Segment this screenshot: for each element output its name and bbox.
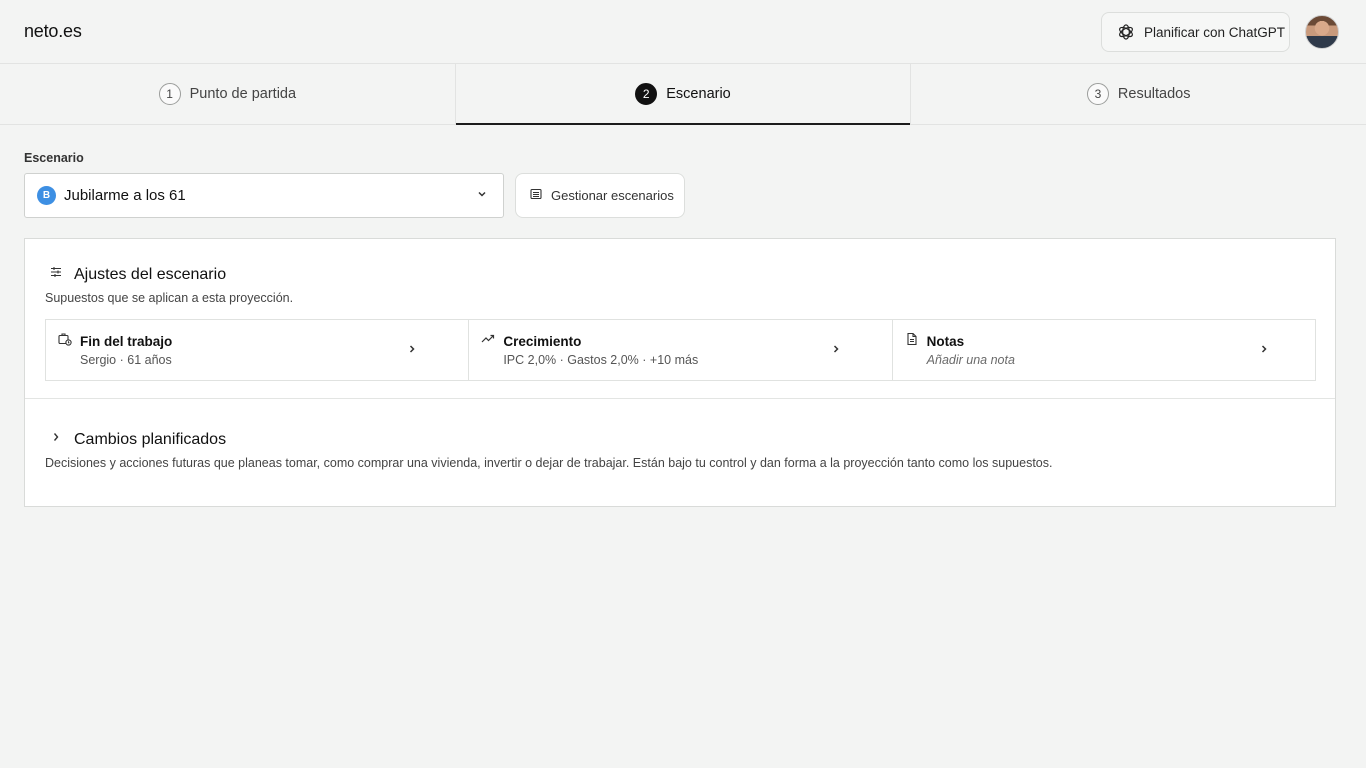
planned-changes-title: Cambios planificados — [74, 430, 227, 448]
settings-title: Ajustes del escenario — [74, 265, 227, 283]
card-crecimiento[interactable]: Crecimiento IPC 2,0% · Gastos 2,0% · +10… — [469, 320, 893, 380]
card-title: Fin del trabajo — [80, 334, 173, 349]
planned-changes-description: Decisiones y acciones futuras que planea… — [45, 456, 1053, 470]
briefcase-clock-icon — [58, 332, 72, 351]
step-tabs: 1 Punto de partida 2 Escenario 3 Resulta… — [0, 64, 1366, 125]
scenario-label: Escenario — [24, 151, 84, 165]
list-icon — [530, 188, 542, 203]
step-label: Escenario — [666, 86, 731, 102]
scenario-badge: B — [37, 186, 56, 205]
manage-scenarios-button[interactable]: Gestionar escenarios — [515, 173, 685, 218]
chevron-right-icon — [406, 342, 418, 360]
step-number: 1 — [158, 83, 181, 105]
trending-up-icon — [481, 332, 495, 351]
chevron-right-icon[interactable] — [49, 430, 63, 449]
manage-scenarios-label: Gestionar escenarios — [551, 188, 674, 203]
settings-header: Ajustes del escenario — [49, 265, 226, 284]
chevron-right-icon — [830, 342, 842, 360]
scenario-panel: Ajustes del escenario Supuestos que se a… — [24, 238, 1336, 507]
openai-icon — [1116, 22, 1136, 42]
card-subtitle: IPC 2,0% · Gastos 2,0% · +10 más — [503, 353, 699, 367]
scenario-selected-value: Jubilarme a los 61 — [64, 187, 186, 204]
tab-resultados[interactable]: 3 Resultados — [911, 64, 1366, 124]
chevron-right-icon — [1258, 342, 1270, 360]
settings-subtitle: Supuestos que se aplican a esta proyecci… — [45, 291, 294, 305]
sliders-icon — [49, 265, 63, 284]
step-label: Punto de partida — [189, 86, 297, 102]
top-bar: neto.es Planificar con ChatGPT — [0, 0, 1366, 64]
planned-changes-header[interactable]: Cambios planificados — [49, 430, 226, 449]
chevron-down-icon — [475, 187, 489, 206]
step-number: 2 — [635, 83, 658, 105]
tab-punto-de-partida[interactable]: 1 Punto de partida — [0, 64, 456, 124]
step-label: Resultados — [1117, 86, 1191, 102]
card-title: Crecimiento — [503, 334, 582, 349]
card-subtitle: Añadir una nota — [926, 353, 1015, 367]
card-notas[interactable]: Notas Añadir una nota — [893, 320, 1315, 380]
document-icon — [905, 332, 919, 351]
card-subtitle: Sergio · 61 años — [80, 353, 172, 367]
chatgpt-plan-button[interactable]: Planificar con ChatGPT — [1101, 12, 1290, 52]
brand-logo[interactable]: neto.es — [24, 21, 82, 42]
card-fin-del-trabajo[interactable]: Fin del trabajo Sergio · 61 años — [46, 320, 470, 380]
card-title: Notas — [926, 334, 965, 349]
scenario-select[interactable]: B Jubilarme a los 61 — [24, 173, 504, 218]
section-divider — [25, 398, 1335, 399]
chatgpt-button-label: Planificar con ChatGPT — [1144, 24, 1286, 40]
avatar[interactable] — [1305, 15, 1339, 49]
step-number: 3 — [1086, 83, 1109, 105]
tab-escenario[interactable]: 2 Escenario — [455, 64, 912, 125]
settings-cards: Fin del trabajo Sergio · 61 años Crecimi… — [45, 319, 1316, 381]
